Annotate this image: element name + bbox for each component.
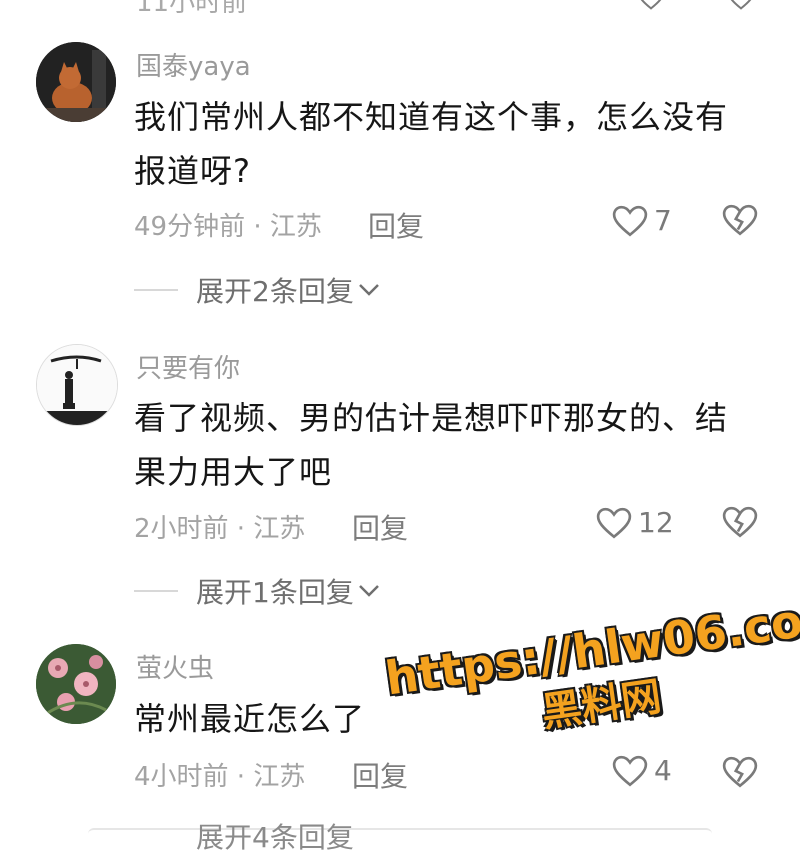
expand-replies-button[interactable]: 展开1条回复: [134, 571, 380, 611]
like-button[interactable]: 12: [596, 506, 674, 539]
comment-time-location: 4小时前 · 江苏: [134, 762, 306, 792]
expand-replies-label: 展开1条回复: [196, 576, 354, 609]
divider: [134, 289, 178, 291]
comment-time-location: 49分钟前 · 江苏: [134, 212, 322, 242]
comment-text: 看了视频、男的估计是想吓吓那女的、结果力用大了吧: [134, 399, 729, 491]
expand-replies-label[interactable]: 展开4条回复: [196, 816, 354, 856]
chevron-down-icon: [358, 585, 379, 597]
expand-replies-button[interactable]: 展开2条回复: [134, 270, 380, 310]
like-button[interactable]: 7: [612, 204, 672, 237]
heart-outline-icon: [612, 755, 648, 786]
like-count: 4: [654, 754, 672, 787]
reply-button[interactable]: 回复: [352, 507, 408, 547]
chevron-down-icon: [358, 284, 379, 296]
username[interactable]: 萤火虫: [136, 648, 214, 685]
reply-button[interactable]: 回复: [352, 755, 408, 795]
comment-text: 我们常州人都不知道有这个事，怎么没有报道呀?: [134, 98, 729, 190]
avatar[interactable]: [36, 344, 118, 426]
avatar[interactable]: [36, 42, 116, 122]
comment-time-location: 2小时前 · 江苏: [134, 514, 306, 544]
previous-comment-time: 11小时前: [136, 0, 248, 18]
like-button[interactable]: 4: [612, 754, 672, 787]
like-count: 12: [638, 506, 674, 539]
heart-outline-icon: [612, 205, 648, 236]
broken-heart-icon[interactable]: [722, 756, 758, 788]
username[interactable]: 只要有你: [136, 348, 240, 385]
divider: [134, 590, 178, 592]
broken-heart-icon[interactable]: [722, 506, 758, 538]
avatar[interactable]: [36, 644, 116, 724]
dislike-icon[interactable]: [724, 0, 758, 10]
bottom-input-bar[interactable]: [88, 828, 712, 840]
heart-outline-icon: [596, 507, 632, 538]
reply-button[interactable]: 回复: [368, 205, 424, 245]
expand-replies-label: 展开2条回复: [196, 275, 354, 308]
like-heart-icon[interactable]: [634, 0, 668, 10]
broken-heart-icon[interactable]: [722, 204, 758, 236]
like-count: 7: [654, 204, 672, 237]
username[interactable]: 国泰yaya: [136, 46, 251, 83]
